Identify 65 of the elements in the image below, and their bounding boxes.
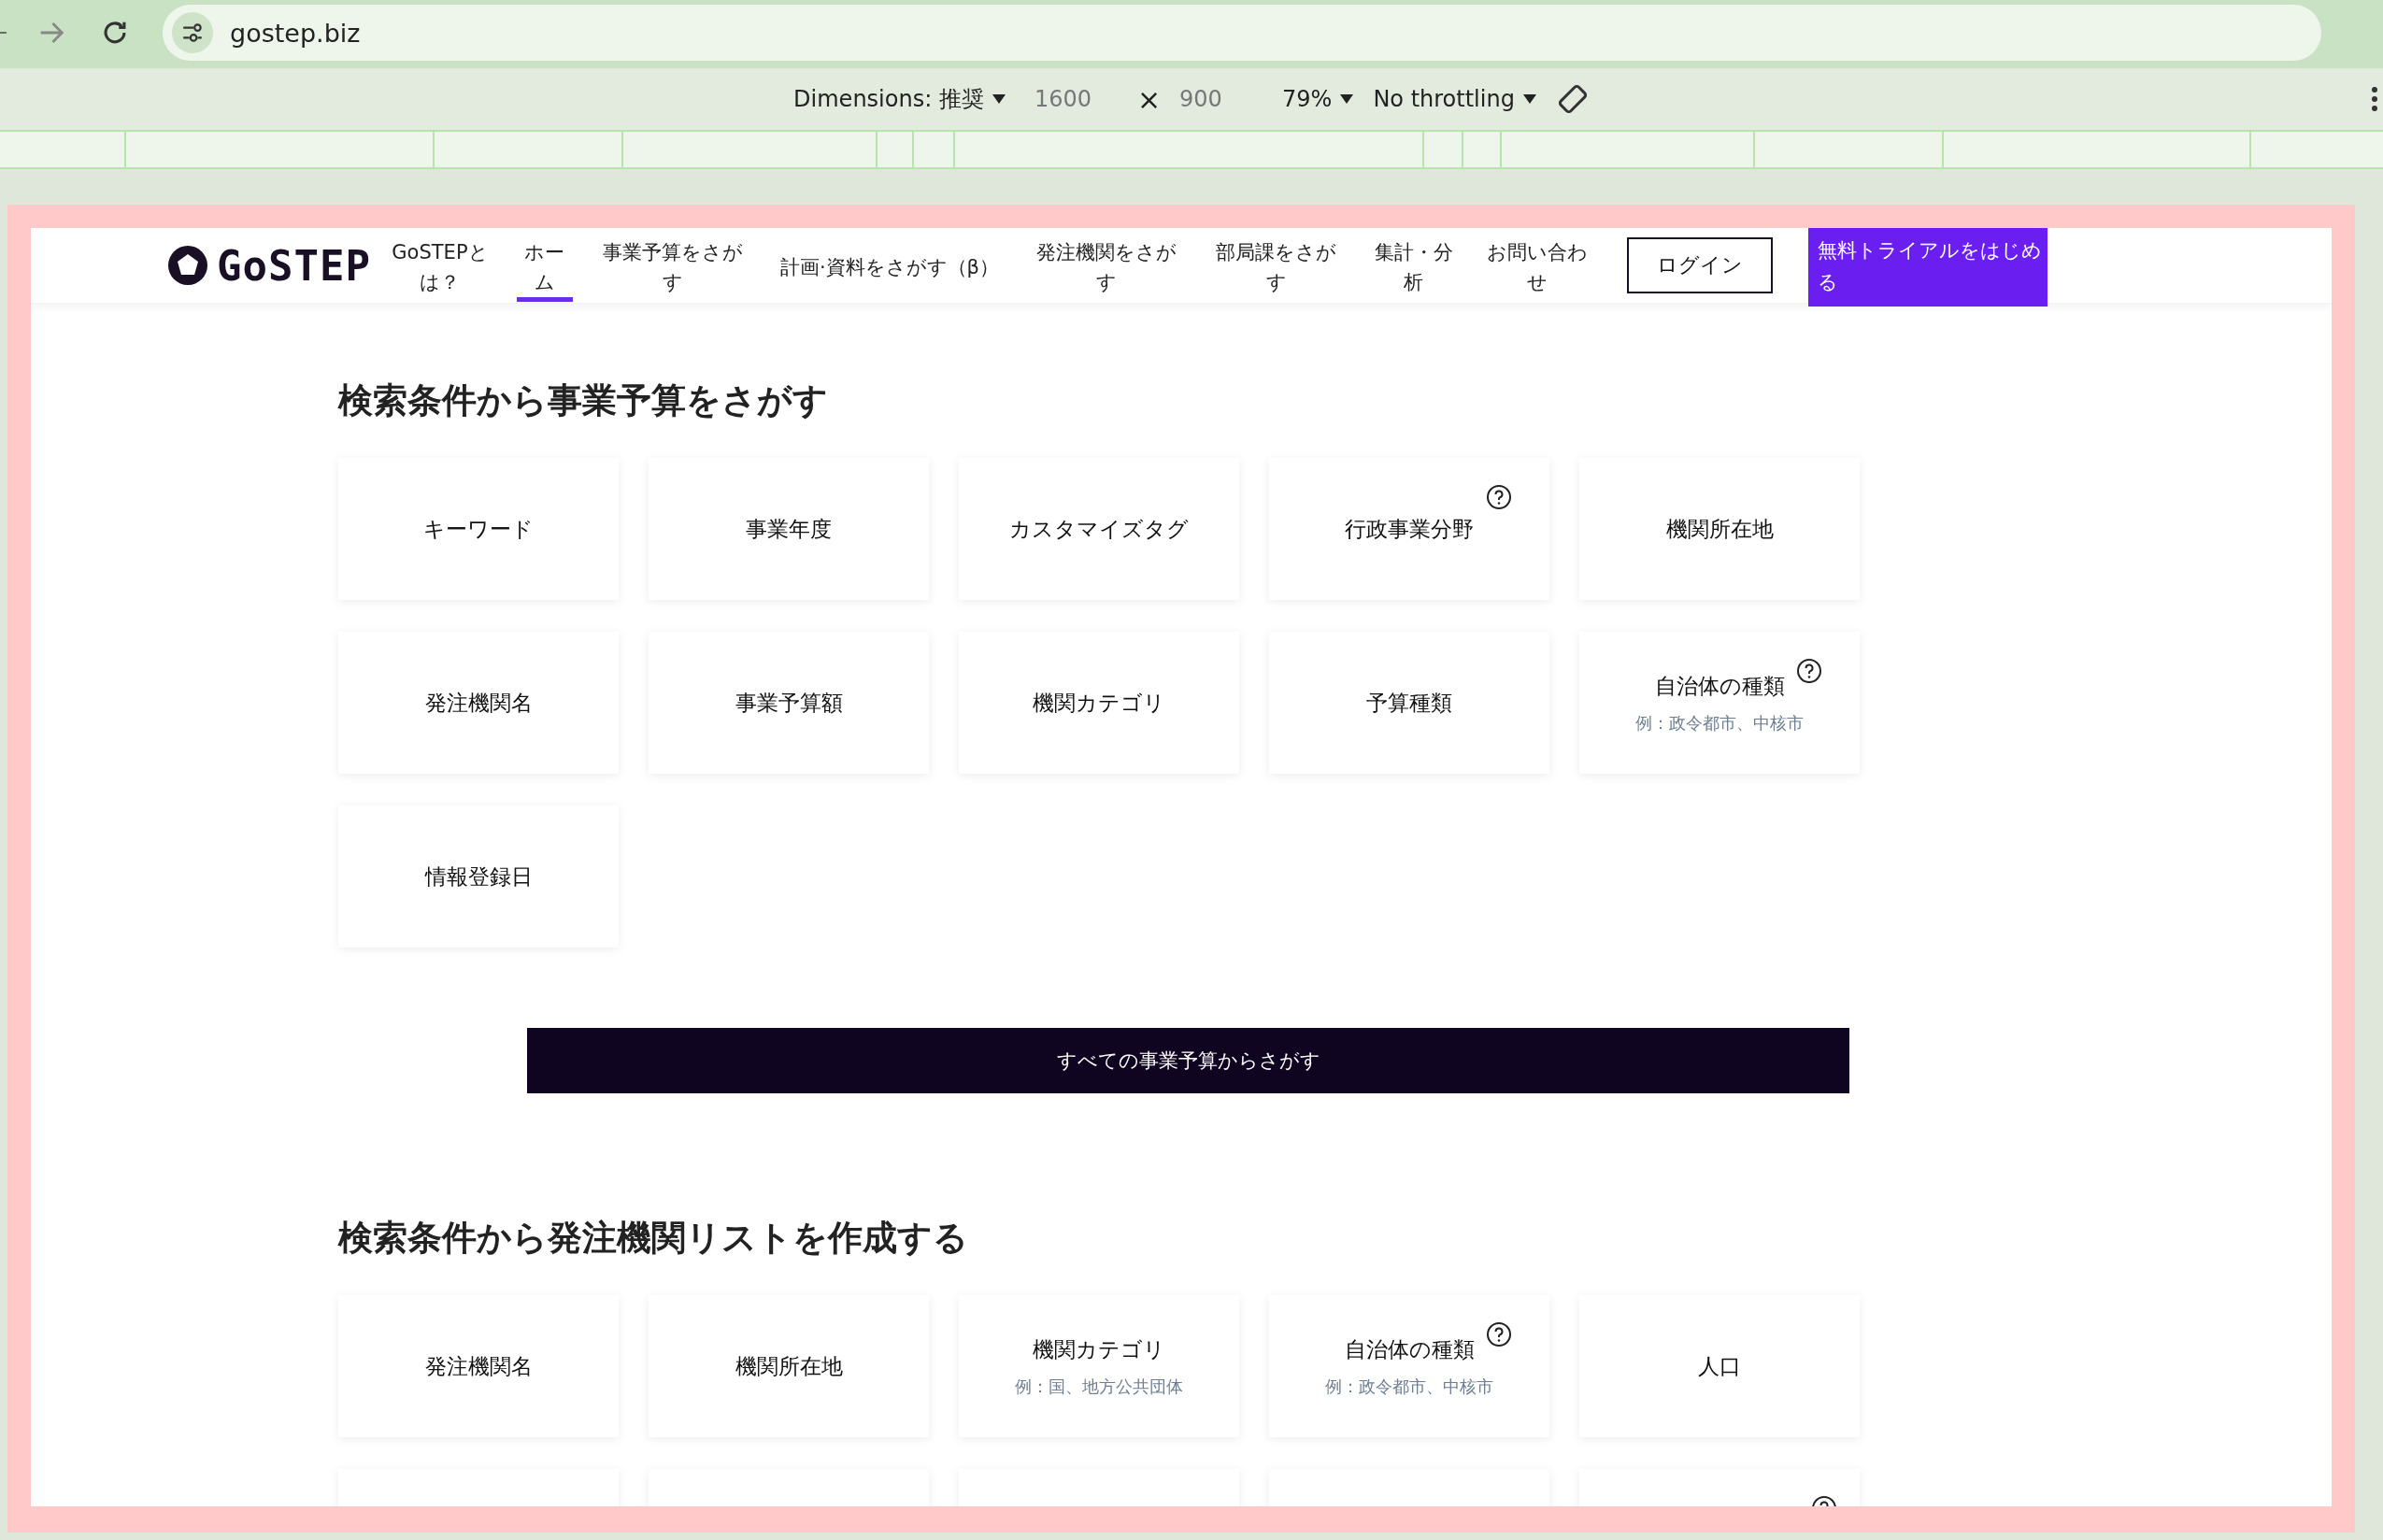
filter-label: 発注機関名 bbox=[424, 689, 533, 717]
caret-icon bbox=[1339, 93, 1355, 105]
filter-card[interactable]: 発注機関名 bbox=[338, 1295, 619, 1437]
filter-hint: 例：政令都市、中核市 bbox=[1635, 711, 1804, 734]
filter-card[interactable]: 機関所在地 bbox=[649, 1295, 929, 1437]
filter-card[interactable]: 情報登録日 bbox=[338, 806, 619, 948]
filter-label: 機関所在地 bbox=[1665, 515, 1774, 543]
filter-label: 機関カテゴリ bbox=[1033, 1335, 1165, 1363]
filter-card[interactable]: 事業予算額 bbox=[649, 632, 929, 774]
filter-card[interactable]: カスタマイズタグ bbox=[959, 458, 1239, 600]
section-title: 検索条件から発注機関リストを作成する bbox=[338, 1217, 969, 1260]
caret-icon bbox=[991, 93, 1006, 105]
filter-hint: 例：政令都市、中核市 bbox=[1325, 1375, 1493, 1398]
filter-card[interactable]: 事業年度 bbox=[649, 458, 929, 600]
nav-link[interactable]: GoSTEPとは？ bbox=[383, 229, 496, 302]
site-settings-icon[interactable] bbox=[172, 12, 213, 53]
filter-label: 機関所在地 bbox=[735, 1352, 843, 1380]
logo-text[interactable]: GoSTEP bbox=[217, 241, 371, 290]
help-icon[interactable] bbox=[1486, 484, 1512, 510]
nav-link[interactable]: 部局課をさがす bbox=[1206, 229, 1347, 302]
filter-card[interactable]: 予算種類 bbox=[1269, 632, 1549, 774]
filter-label: カスタマイズタグ bbox=[1009, 515, 1189, 543]
zoom-select[interactable]: 79% bbox=[1282, 86, 1333, 112]
nav-link[interactable]: 集計・分析 bbox=[1366, 229, 1461, 302]
height-field[interactable]: 900 bbox=[1179, 86, 1264, 112]
logo-icon bbox=[166, 244, 209, 287]
filter-label: 行政事業分野 bbox=[1345, 515, 1474, 543]
filter-card[interactable]: キーワード bbox=[338, 458, 619, 600]
nav-link[interactable]: 事業予算をさがす bbox=[592, 229, 752, 302]
caret-icon bbox=[1521, 93, 1537, 105]
width-field[interactable]: 1600 bbox=[1034, 86, 1119, 112]
help-icon[interactable] bbox=[1796, 658, 1822, 684]
search-all-button[interactable]: すべての事業予算からさがす bbox=[527, 1028, 1849, 1093]
filter-label: 情報登録日 bbox=[424, 863, 533, 891]
nav-link[interactable]: お問い合わせ bbox=[1480, 229, 1593, 302]
help-icon[interactable] bbox=[1486, 1321, 1512, 1348]
more-icon[interactable] bbox=[2370, 85, 2379, 113]
filter-card[interactable]: 機関カテゴリ bbox=[959, 632, 1239, 774]
section-title: 検索条件から事業予算をさがす bbox=[338, 379, 829, 422]
filter-label: 発注機関名 bbox=[424, 1352, 533, 1380]
filter-card[interactable]: 行政事業分野 bbox=[1269, 458, 1549, 600]
filter-label: キーワード bbox=[423, 515, 534, 543]
nav-link[interactable]: ホーム bbox=[516, 229, 573, 302]
filter-hint: 例：国、地方公共団体 bbox=[1015, 1375, 1183, 1398]
filter-card[interactable]: 人口 bbox=[1579, 1295, 1860, 1437]
filter-label: 事業年度 bbox=[746, 515, 832, 543]
nav-link[interactable]: 計画·資料をさがす（β） bbox=[772, 244, 1006, 287]
nav-link[interactable]: 発注機関をさがす bbox=[1026, 229, 1186, 302]
filter-card[interactable]: 発注機関名 bbox=[338, 632, 619, 774]
url-text[interactable]: gostep.biz bbox=[230, 18, 361, 48]
filter-card[interactable]: 機関カテゴリ 例：国、地方公共団体 bbox=[959, 1295, 1239, 1437]
filter-label: 予算種類 bbox=[1366, 689, 1452, 717]
times-sign: × bbox=[1136, 82, 1162, 116]
login-button[interactable]: ログイン bbox=[1626, 237, 1773, 293]
throttling-select[interactable]: No throttling bbox=[1373, 86, 1515, 112]
filter-label: 自治体の種類 bbox=[1654, 672, 1785, 700]
filter-card[interactable]: 機関所在地 bbox=[1579, 458, 1860, 600]
filter-label: 機関カテゴリ bbox=[1033, 689, 1165, 717]
filter-card[interactable]: 自治体の種類 例：政令都市、中核市 bbox=[1579, 632, 1860, 774]
filter-label: 人口 bbox=[1698, 1352, 1741, 1380]
filter-label: 事業予算額 bbox=[735, 689, 843, 717]
filter-card[interactable]: 自治体の種類 例：政令都市、中核市 bbox=[1269, 1295, 1549, 1437]
dimensions-select[interactable]: Dimensions: 推奨 bbox=[793, 84, 984, 114]
trial-button[interactable]: 無料トライアルをはじめる bbox=[1807, 228, 2048, 307]
filter-label: 自治体の種類 bbox=[1344, 1335, 1475, 1363]
